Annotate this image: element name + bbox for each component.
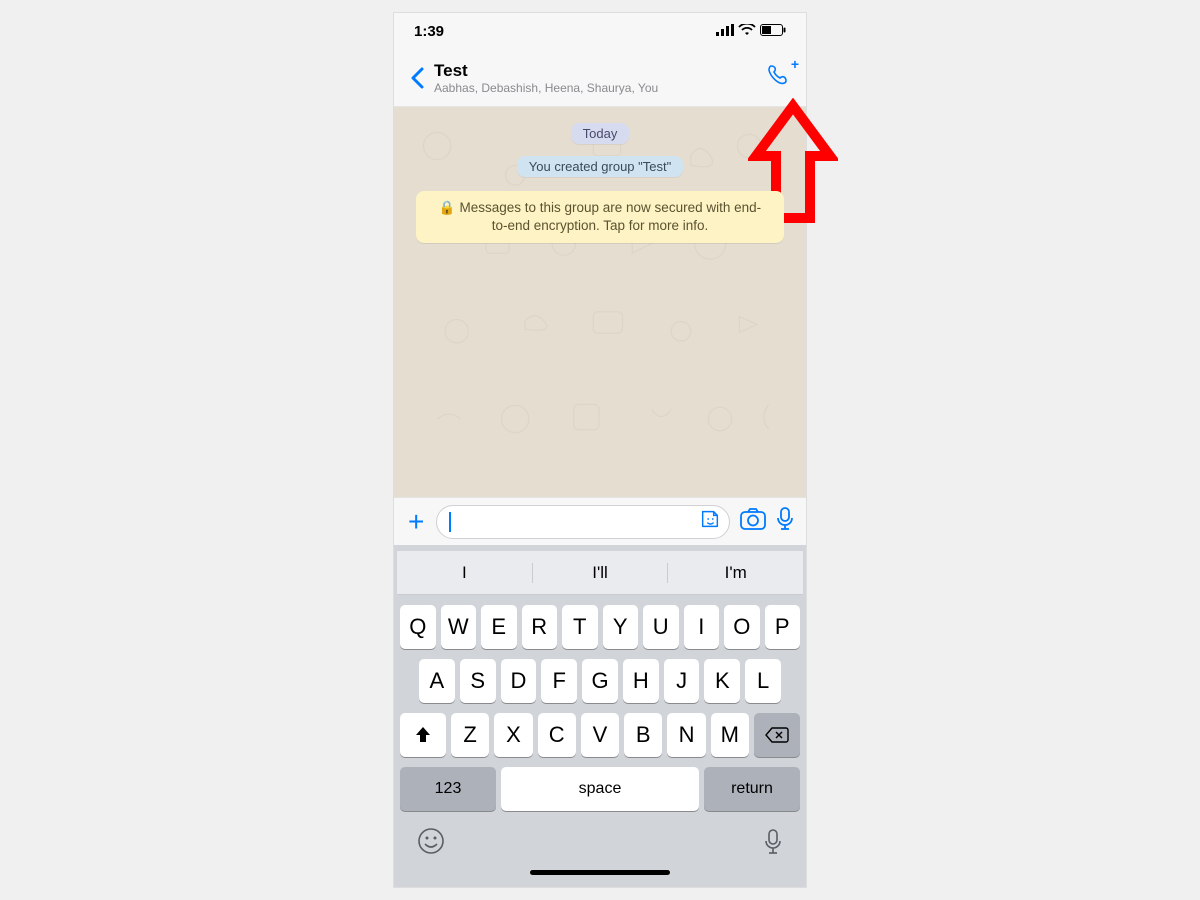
suggestion-2[interactable]: I'll xyxy=(532,563,668,583)
key-c[interactable]: C xyxy=(538,713,576,757)
suggestion-3[interactable]: I'm xyxy=(667,563,803,583)
chat-title-block[interactable]: Test Aabhas, Debashish, Heena, Shaurya, … xyxy=(434,61,760,95)
text-cursor xyxy=(449,512,451,532)
key-f[interactable]: F xyxy=(541,659,577,703)
key-t[interactable]: T xyxy=(562,605,598,649)
key-shift[interactable] xyxy=(400,713,446,757)
key-b[interactable]: B xyxy=(624,713,662,757)
suggestion-1[interactable]: I xyxy=(397,563,532,583)
wifi-icon xyxy=(738,23,756,40)
chat-title: Test xyxy=(434,61,760,81)
key-row-1: Q W E R T Y U I O P xyxy=(397,605,803,649)
key-z[interactable]: Z xyxy=(451,713,489,757)
key-s[interactable]: S xyxy=(460,659,496,703)
key-row-3: Z X C V B N M xyxy=(397,713,803,757)
key-g[interactable]: G xyxy=(582,659,618,703)
key-h[interactable]: H xyxy=(623,659,659,703)
key-n[interactable]: N xyxy=(667,713,705,757)
key-d[interactable]: D xyxy=(501,659,537,703)
key-y[interactable]: Y xyxy=(603,605,639,649)
key-return[interactable]: return xyxy=(704,767,800,811)
key-x[interactable]: X xyxy=(494,713,532,757)
key-m[interactable]: M xyxy=(711,713,749,757)
phone-frame: 1:39 Test Aabhas, Debashish, Heena, Shau… xyxy=(393,12,807,888)
call-button[interactable]: + xyxy=(760,57,796,98)
key-l[interactable]: L xyxy=(745,659,781,703)
dictation-icon[interactable] xyxy=(763,828,783,861)
battery-icon xyxy=(760,23,786,40)
key-j[interactable]: J xyxy=(664,659,700,703)
date-badge: Today xyxy=(571,123,630,144)
key-r[interactable]: R xyxy=(522,605,558,649)
camera-icon[interactable] xyxy=(740,508,766,535)
key-k[interactable]: K xyxy=(704,659,740,703)
home-indicator[interactable] xyxy=(530,870,670,875)
keyboard-suggestions: I I'll I'm xyxy=(397,551,803,595)
key-a[interactable]: A xyxy=(419,659,455,703)
system-message: You created group "Test" xyxy=(517,156,683,177)
key-p[interactable]: P xyxy=(765,605,801,649)
keyboard-footer xyxy=(397,811,803,866)
key-v[interactable]: V xyxy=(581,713,619,757)
attach-button[interactable]: + xyxy=(406,508,426,536)
mic-icon[interactable] xyxy=(776,507,794,536)
encryption-notice[interactable]: 🔒 Messages to this group are now secured… xyxy=(416,191,784,243)
key-w[interactable]: W xyxy=(441,605,477,649)
key-o[interactable]: O xyxy=(724,605,760,649)
key-u[interactable]: U xyxy=(643,605,679,649)
lock-icon: 🔒 xyxy=(439,200,456,215)
key-e[interactable]: E xyxy=(481,605,517,649)
encryption-text: Messages to this group are now secured w… xyxy=(459,200,761,233)
keyboard: I I'll I'm Q W E R T Y U I O P A S D F G… xyxy=(394,545,806,887)
key-backspace[interactable] xyxy=(754,713,800,757)
sticker-icon[interactable] xyxy=(699,508,721,535)
chat-area[interactable]: Today You created group "Test" 🔒 Message… xyxy=(394,107,806,497)
chat-header: Test Aabhas, Debashish, Heena, Shaurya, … xyxy=(394,49,806,107)
key-i[interactable]: I xyxy=(684,605,720,649)
back-button[interactable] xyxy=(404,61,430,95)
chat-participants: Aabhas, Debashish, Heena, Shaurya, You xyxy=(434,81,760,95)
cellular-icon xyxy=(716,23,734,40)
key-numeric[interactable]: 123 xyxy=(400,767,496,811)
key-space[interactable]: space xyxy=(501,767,699,811)
message-input[interactable] xyxy=(436,505,730,539)
key-row-2: A S D F G H J K L xyxy=(397,659,803,703)
emoji-icon[interactable] xyxy=(417,827,445,862)
plus-icon: + xyxy=(791,56,799,72)
status-indicators xyxy=(716,23,786,40)
message-input-bar: + xyxy=(394,497,806,545)
key-q[interactable]: Q xyxy=(400,605,436,649)
status-bar: 1:39 xyxy=(394,13,806,49)
key-row-4: 123 space return xyxy=(397,767,803,811)
status-time: 1:39 xyxy=(414,23,444,40)
